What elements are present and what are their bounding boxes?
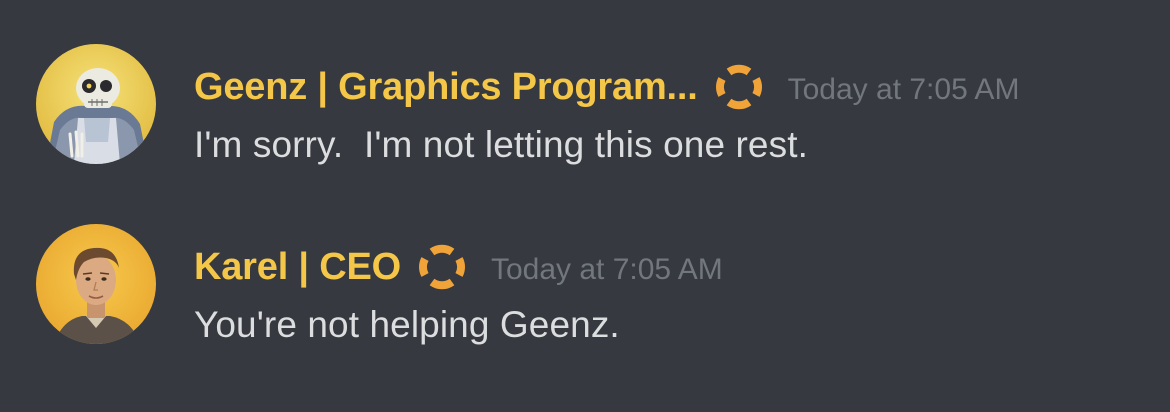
user-avatar[interactable]	[36, 44, 156, 164]
man-portrait-avatar-icon	[36, 224, 156, 344]
username[interactable]: Geenz | Graphics Program...	[194, 66, 698, 109]
message-content: I'm sorry. I'm not letting this one rest…	[194, 124, 808, 165]
message-content: You're not helping Geenz.	[194, 304, 620, 345]
timestamp: Today at 7:05 AM	[490, 253, 723, 286]
chat-message: Geenz | Graphics Program... Today at 7:0…	[0, 38, 1170, 188]
overwatch-emblem-icon	[419, 244, 465, 290]
chat-message: Karel | CEO Today at 7:05 AM You're not …	[0, 218, 1170, 368]
user-avatar[interactable]	[36, 224, 156, 344]
timestamp: Today at 7:05 AM	[787, 73, 1020, 106]
overwatch-emblem-icon	[715, 64, 762, 110]
message-header: Karel | CEO Today at 7:05 AM	[194, 242, 723, 292]
username[interactable]: Karel | CEO	[194, 246, 401, 289]
message-header: Geenz | Graphics Program... Today at 7:0…	[194, 62, 1019, 112]
skeleton-character-avatar-icon	[36, 44, 156, 164]
